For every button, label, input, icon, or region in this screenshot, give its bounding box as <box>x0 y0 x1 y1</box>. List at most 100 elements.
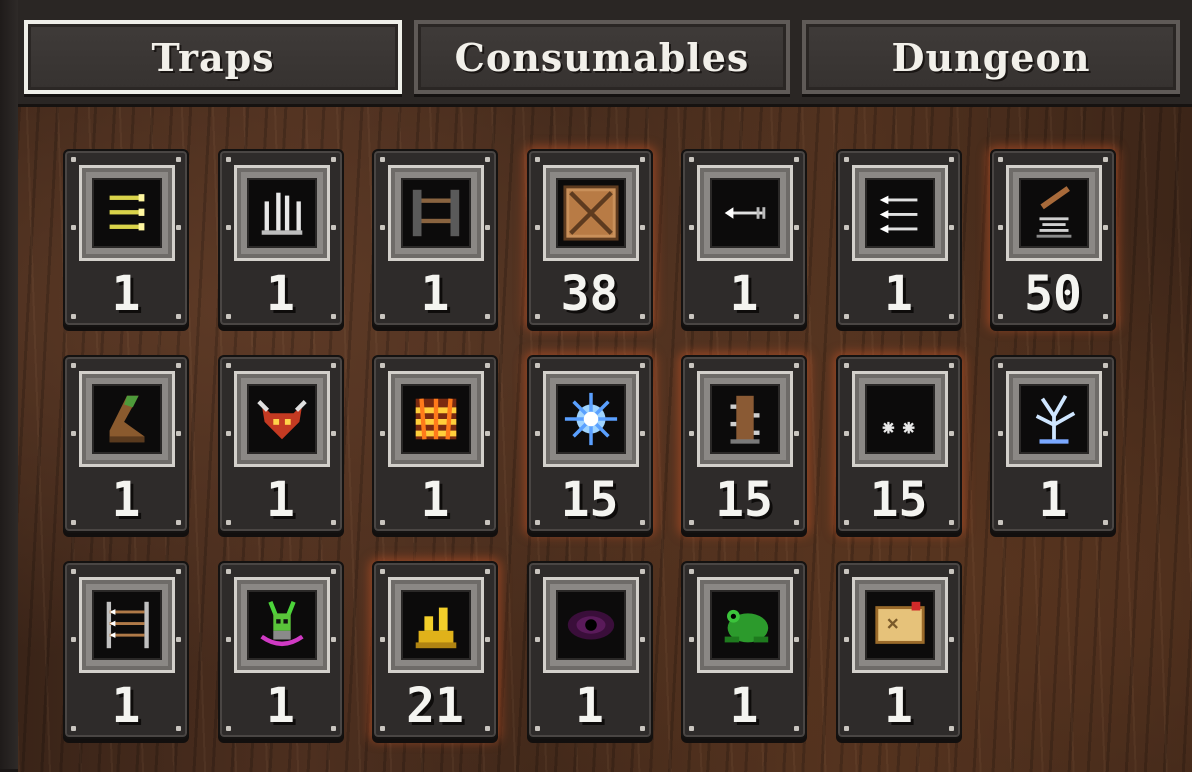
inventory-slot[interactable]: 1 <box>217 355 344 533</box>
gold-pile-icon <box>401 590 471 660</box>
rivet <box>176 363 181 368</box>
item-icon-frame <box>851 165 948 261</box>
rivet <box>225 431 231 436</box>
rivet <box>948 363 954 368</box>
rivet <box>1103 225 1108 230</box>
item-count: 1 <box>884 266 913 322</box>
inventory-slot[interactable]: 15 <box>526 355 653 533</box>
rivet <box>534 431 540 436</box>
treasure-map-icon <box>864 590 935 660</box>
rivet <box>843 637 849 642</box>
item-count: 50 <box>1024 266 1082 322</box>
rivet <box>225 157 231 162</box>
ladder-icon <box>401 178 471 248</box>
rivet <box>843 569 849 574</box>
inventory-panel: Traps Consumables Dungeon 1 1 1 38 1 1 50 1 1 1 15… <box>0 0 1192 772</box>
item-count: 15 <box>715 472 773 528</box>
rivet <box>534 637 540 642</box>
inventory-slot[interactable]: 1 <box>835 561 962 739</box>
item-count: 1 <box>266 472 295 528</box>
inventory-slot[interactable]: 21 <box>372 561 498 739</box>
rivet <box>485 569 490 574</box>
rivet <box>225 363 231 368</box>
item-count: 21 <box>406 678 464 734</box>
rivet <box>534 363 540 368</box>
rivet <box>485 157 490 162</box>
item-icon-frame <box>233 165 330 261</box>
rivet <box>794 225 799 230</box>
item-count: 38 <box>560 266 619 322</box>
rivet <box>534 225 540 230</box>
inventory-slot[interactable]: 1 <box>681 561 807 739</box>
item-count: 1 <box>111 678 141 734</box>
inventory-slot[interactable]: 1 <box>990 355 1116 533</box>
tab-traps[interactable]: Traps <box>24 20 402 94</box>
spike-trap-icon <box>246 178 317 248</box>
rivet <box>1103 157 1108 162</box>
inventory-slot[interactable]: 15 <box>835 355 962 533</box>
rivet <box>71 637 76 642</box>
item-count: 1 <box>111 266 141 322</box>
rivet <box>948 569 954 574</box>
rivet <box>689 363 694 368</box>
item-icon-frame <box>1006 165 1102 261</box>
horned-idol-icon <box>246 590 317 660</box>
rivet <box>843 157 849 162</box>
rivet <box>71 569 76 574</box>
rivet <box>176 157 181 162</box>
rivet <box>689 431 694 436</box>
inventory-slot[interactable]: 1 <box>526 561 653 739</box>
rivet <box>330 431 336 436</box>
rivet <box>485 431 490 436</box>
item-icon-frame <box>697 371 793 467</box>
inventory-slot[interactable]: 1 <box>217 149 344 327</box>
rivet <box>330 363 336 368</box>
void-eye-icon <box>555 590 626 660</box>
item-icon-frame <box>79 371 175 467</box>
rivet <box>380 637 385 642</box>
inventory-slot[interactable]: 1 <box>63 355 189 533</box>
rivet <box>71 431 76 436</box>
rivet <box>639 225 645 230</box>
rivet <box>998 225 1003 230</box>
arrow-rack-icon <box>92 590 162 660</box>
ice-burst-icon <box>555 384 626 454</box>
rivet <box>330 569 336 574</box>
inventory-slot[interactable]: 15 <box>681 355 807 533</box>
rivet <box>485 225 490 230</box>
item-count: 1 <box>266 678 295 734</box>
fire-grid-icon <box>401 384 471 454</box>
inventory-slot[interactable]: 50 <box>990 149 1116 327</box>
rivet <box>176 431 181 436</box>
inventory-slot[interactable]: 1 <box>217 561 344 739</box>
rivet <box>639 363 645 368</box>
inventory-slot[interactable]: 1 <box>372 355 498 533</box>
crate-icon <box>555 178 626 248</box>
rivet <box>689 225 694 230</box>
item-icon-frame <box>542 371 639 467</box>
arrow-volley-icon <box>92 178 162 248</box>
item-count: 15 <box>869 472 928 528</box>
rivet <box>380 431 385 436</box>
rivet <box>176 637 181 642</box>
item-count: 1 <box>1038 472 1068 528</box>
inventory-slot[interactable]: 1 <box>681 149 807 327</box>
arrow-shot-icon <box>710 178 780 248</box>
inventory-slot[interactable]: 38 <box>526 149 653 327</box>
inventory-slot[interactable]: 1 <box>835 149 962 327</box>
tab-consumables[interactable]: Consumables <box>414 20 790 94</box>
rivet <box>380 225 385 230</box>
spring-trap-icon <box>1019 178 1089 248</box>
rivet <box>794 157 799 162</box>
item-icon-frame <box>851 371 948 467</box>
rivet <box>639 157 645 162</box>
item-count: 1 <box>729 678 759 734</box>
rivet <box>380 569 385 574</box>
inventory-slot[interactable]: 1 <box>372 149 498 327</box>
rivet <box>330 637 336 642</box>
tab-dungeon[interactable]: Dungeon <box>802 20 1180 94</box>
lightning-tree-icon <box>1019 384 1089 454</box>
inventory-slot[interactable]: 1 <box>63 149 189 327</box>
inventory-slot[interactable]: 1 <box>63 561 189 739</box>
rivet <box>948 157 954 162</box>
